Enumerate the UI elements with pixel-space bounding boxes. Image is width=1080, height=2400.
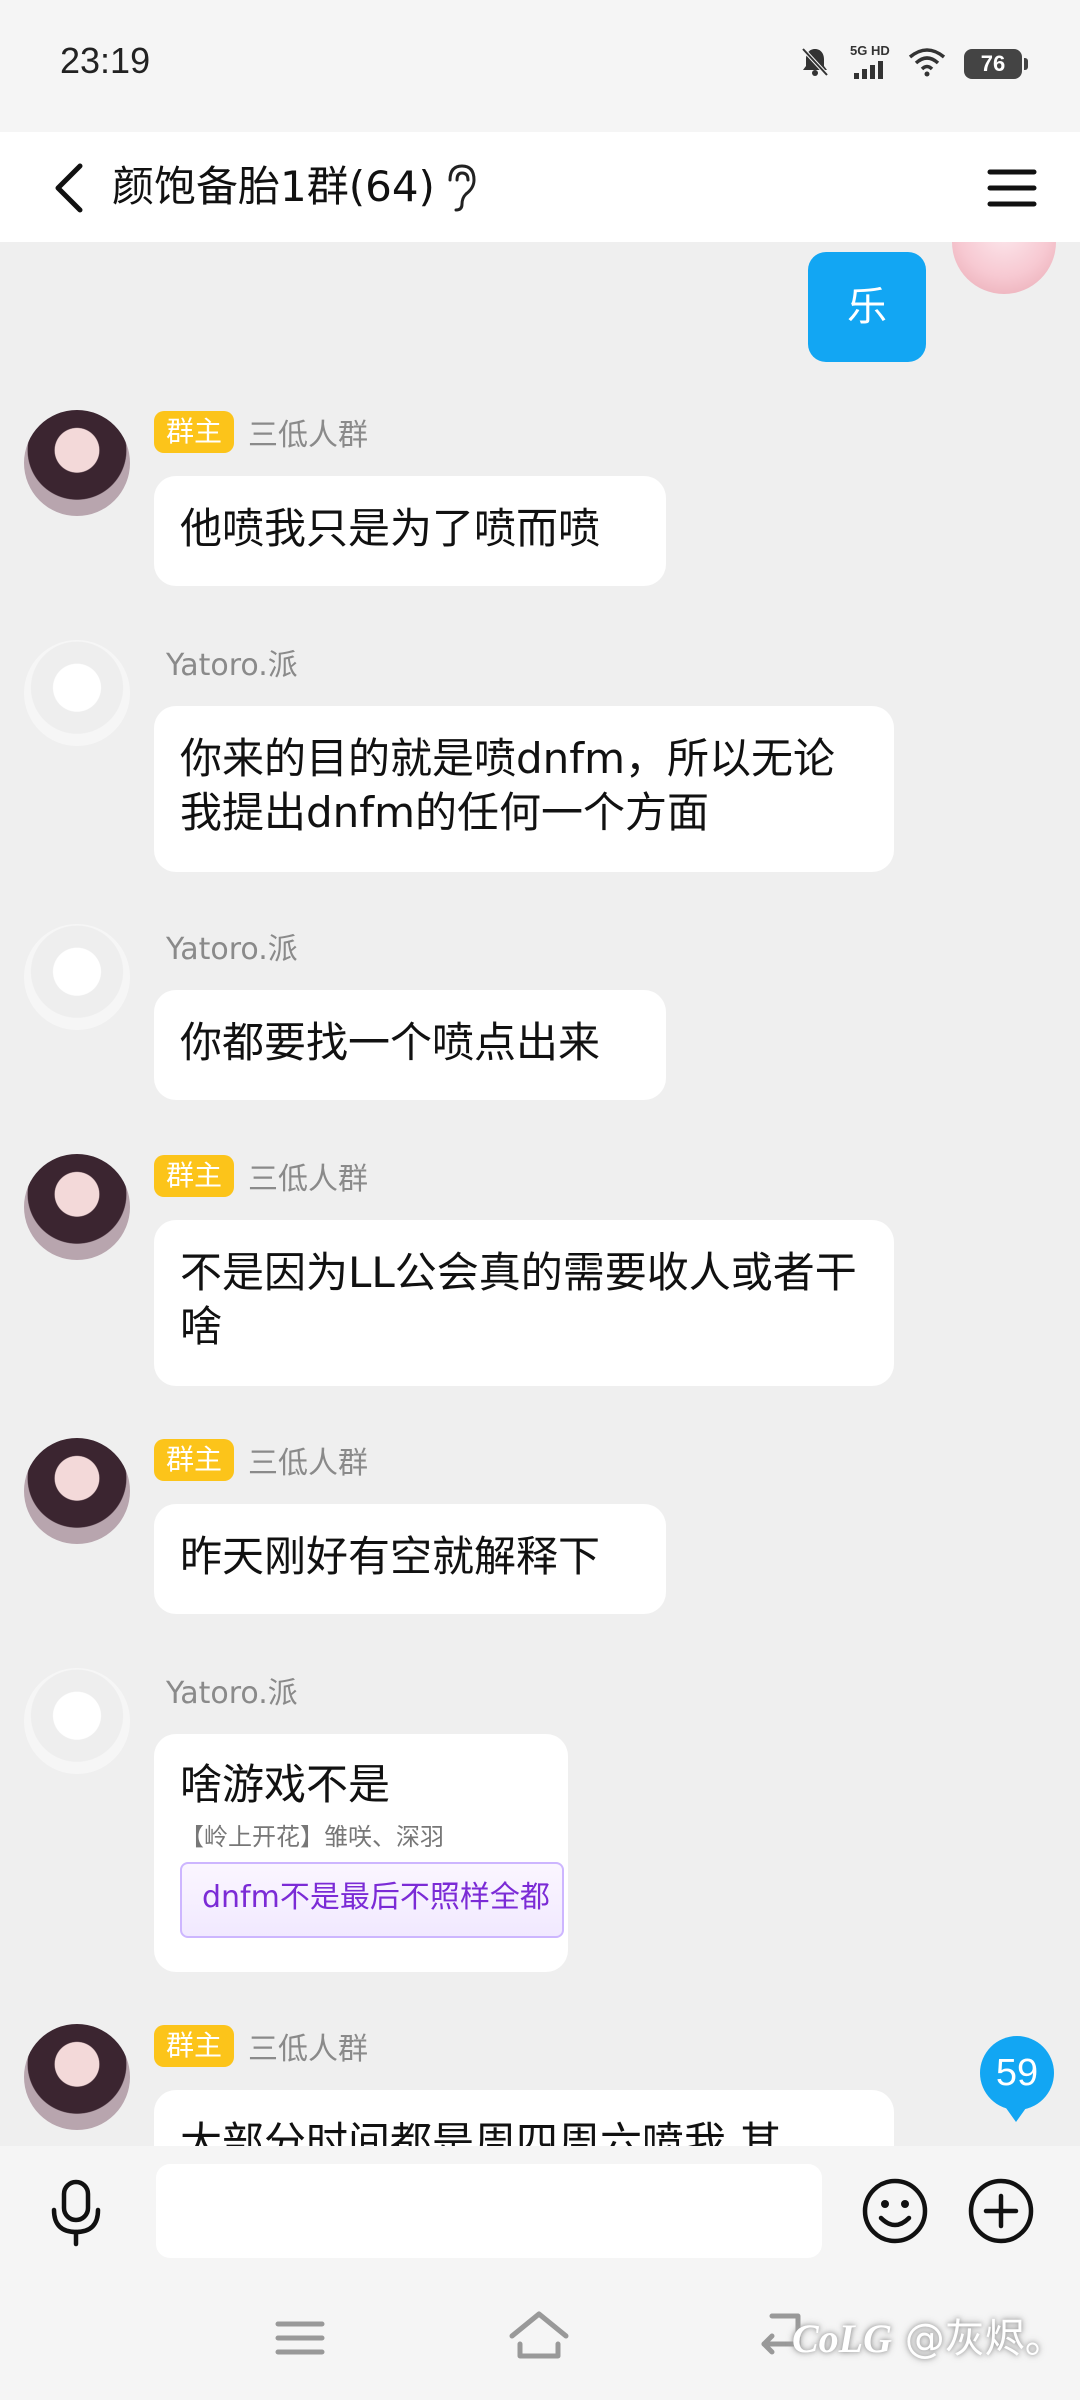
sender-row: 群主 三低人群 xyxy=(154,410,368,454)
chat-title[interactable]: 颜饱备胎1群(64) xyxy=(112,152,435,222)
message-bubble[interactable]: 昨天刚好有空就解释下 xyxy=(154,1504,666,1614)
message-bubble[interactable]: 你来的目的就是喷dnfm，所以无论我提出dnfm的任何一个方面 xyxy=(154,706,894,872)
message-bubble[interactable]: 他喷我只是为了喷而喷 xyxy=(154,476,666,586)
self-avatar[interactable] xyxy=(952,242,1056,294)
message-bubble[interactable]: 啥游戏不是 【岭上开花】雏咲、深羽 dnfm不是最后不照样全都 xyxy=(154,1734,568,1972)
sender-name: 三低人群 xyxy=(248,2032,369,2067)
menu-button[interactable] xyxy=(972,148,1052,228)
sender-row: 群主 三低人群 xyxy=(154,1154,368,1198)
sender-row: Yatoro.派 xyxy=(154,640,298,684)
owner-badge: 群主 xyxy=(154,2025,235,2067)
sender-name: 三低人群 xyxy=(248,418,369,453)
quote-author: 【岭上开花】雏咲、深羽 xyxy=(180,1823,444,1851)
owner-badge: 群主 xyxy=(154,1155,235,1197)
sender-name: 三低人群 xyxy=(248,1446,369,1481)
menu-icon xyxy=(987,169,1037,207)
chat-screen: 23:19 5G HD 76 颜饱备胎1群(64) 乐 群主 三低人群 他喷我只… xyxy=(0,0,1080,2400)
avatar[interactable] xyxy=(24,1438,130,1544)
emoji-button[interactable] xyxy=(858,2174,932,2248)
message-list[interactable]: 乐 群主 三低人群 他喷我只是为了喷而喷 Yatoro.派 你来的目的就是喷dn… xyxy=(0,242,1080,2146)
plus-circle-icon xyxy=(968,2178,1034,2244)
microphone-icon xyxy=(51,2179,101,2247)
avatar[interactable] xyxy=(24,924,130,1030)
battery-indicator: 76 xyxy=(964,49,1028,79)
voice-button[interactable] xyxy=(38,2174,114,2250)
home-icon xyxy=(509,2311,569,2359)
message-text: 啥游戏不是 xyxy=(180,1760,391,1809)
owner-badge: 群主 xyxy=(154,411,235,453)
ear-icon[interactable] xyxy=(440,158,480,218)
quote-card[interactable]: dnfm不是最后不照样全都 xyxy=(180,1862,564,1938)
avatar[interactable] xyxy=(24,2024,130,2130)
input-bar xyxy=(0,2146,1080,2276)
avatar[interactable] xyxy=(24,640,130,746)
recents-icon xyxy=(275,2321,325,2355)
self-message-bubble[interactable]: 乐 xyxy=(808,252,926,362)
chat-header: 颜饱备胎1群(64) xyxy=(0,132,1080,242)
sender-row: Yatoro.派 xyxy=(154,1668,298,1712)
emoji-icon xyxy=(862,2178,928,2244)
message-bubble[interactable]: 大部分时间都是周四周六喷我 其 xyxy=(154,2090,894,2146)
message-input[interactable] xyxy=(156,2164,822,2258)
home-button[interactable] xyxy=(506,2304,572,2370)
status-icons: 5G HD 76 xyxy=(798,43,1028,84)
sender-name: Yatoro.派 xyxy=(166,648,298,683)
avatar[interactable] xyxy=(24,1154,130,1260)
message-bubble[interactable]: 不是因为LL公会真的需要收人或者干啥 xyxy=(154,1220,894,1386)
status-bar: 23:19 5G HD 76 xyxy=(0,0,1080,132)
owner-badge: 群主 xyxy=(154,1439,235,1481)
recent-apps-button[interactable] xyxy=(270,2308,330,2368)
watermark-logo: CoLG xyxy=(792,2316,892,2361)
mute-bell-icon xyxy=(798,45,832,83)
watermark: CoLG @灰烬。 xyxy=(792,2306,1065,2364)
message-bubble[interactable]: 你都要找一个喷点出来 xyxy=(154,990,666,1100)
unread-count-badge[interactable]: 59 xyxy=(980,2036,1054,2122)
signal-icon: 5G HD xyxy=(850,43,890,81)
sender-name: Yatoro.派 xyxy=(166,1676,298,1711)
sender-row: 群主 三低人群 xyxy=(154,1438,368,1482)
sender-name: Yatoro.派 xyxy=(166,932,298,967)
sender-name: 三低人群 xyxy=(248,1162,369,1197)
status-time: 23:19 xyxy=(60,40,151,81)
back-button[interactable] xyxy=(34,148,114,228)
sender-row: 群主 三低人群 xyxy=(154,2024,368,2068)
wifi-icon xyxy=(908,47,946,81)
watermark-text: @灰烬。 xyxy=(904,2316,1065,2362)
avatar[interactable] xyxy=(24,1668,130,1774)
sender-row: Yatoro.派 xyxy=(154,924,298,968)
chevron-left-icon xyxy=(55,163,83,213)
avatar[interactable] xyxy=(24,410,130,516)
more-button[interactable] xyxy=(964,2174,1038,2248)
